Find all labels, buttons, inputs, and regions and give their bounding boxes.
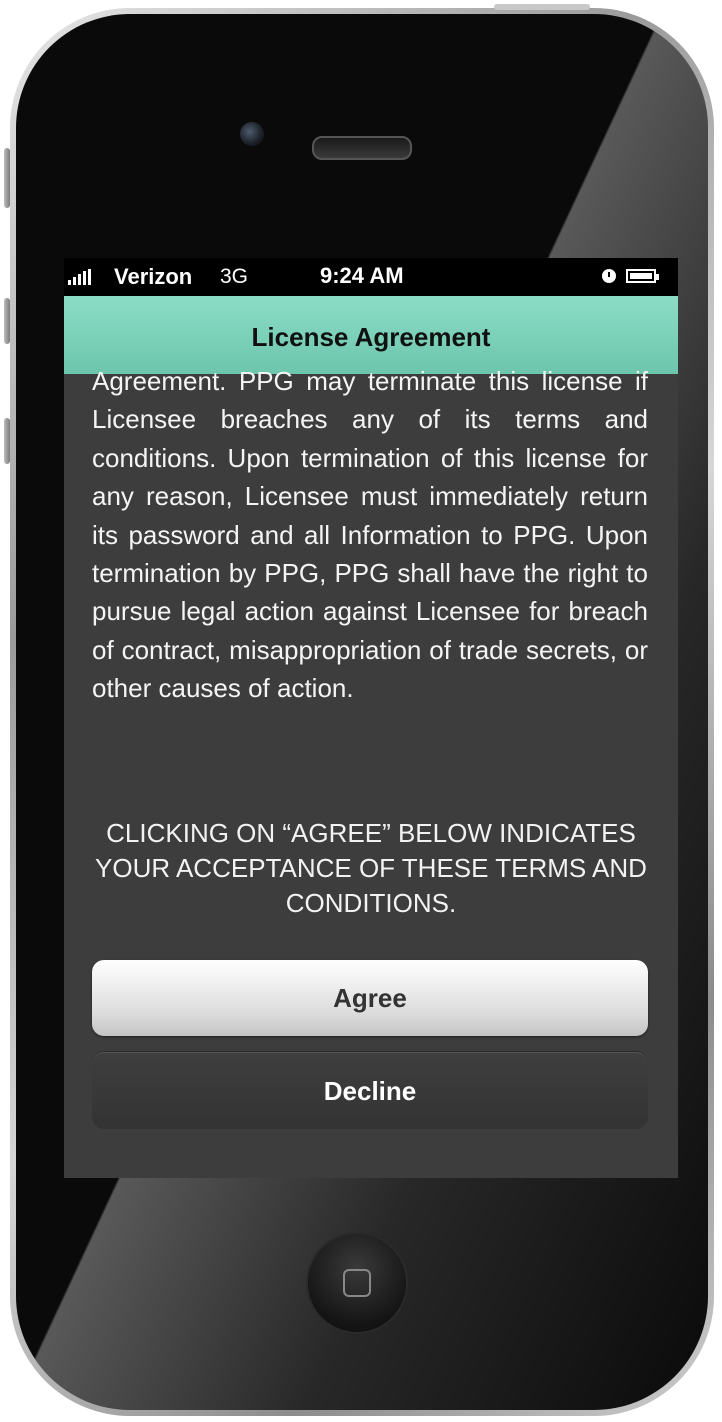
volume-down-button — [4, 418, 10, 464]
sleep-button — [494, 4, 590, 10]
signal-bars-icon — [68, 269, 91, 285]
volume-up-button — [4, 298, 10, 344]
carrier-name: Verizon — [114, 264, 193, 289]
acceptance-notice: CLICKING ON “AGREE” BELOW INDICATES YOUR… — [95, 818, 647, 918]
home-button[interactable] — [306, 1232, 408, 1334]
status-bar: Verizon 3G 9:24 AM — [64, 258, 678, 296]
app-screen: Verizon 3G 9:24 AM License Agreement Agr… — [64, 258, 678, 1178]
battery-icon — [626, 269, 659, 283]
earpiece-speaker — [312, 136, 412, 160]
mute-switch — [4, 148, 10, 208]
license-text: Agreement. PPG may terminate this licens… — [92, 366, 648, 704]
agree-button[interactable]: Agree — [92, 960, 648, 1036]
status-time: 9:24 AM — [320, 263, 404, 288]
decline-button[interactable]: Decline — [92, 1052, 648, 1129]
front-camera — [240, 122, 264, 146]
license-content[interactable]: Agreement. PPG may terminate this licens… — [64, 366, 678, 1178]
clock-icon — [602, 269, 616, 283]
home-square-icon — [343, 1269, 371, 1297]
network-type: 3G — [220, 265, 249, 288]
